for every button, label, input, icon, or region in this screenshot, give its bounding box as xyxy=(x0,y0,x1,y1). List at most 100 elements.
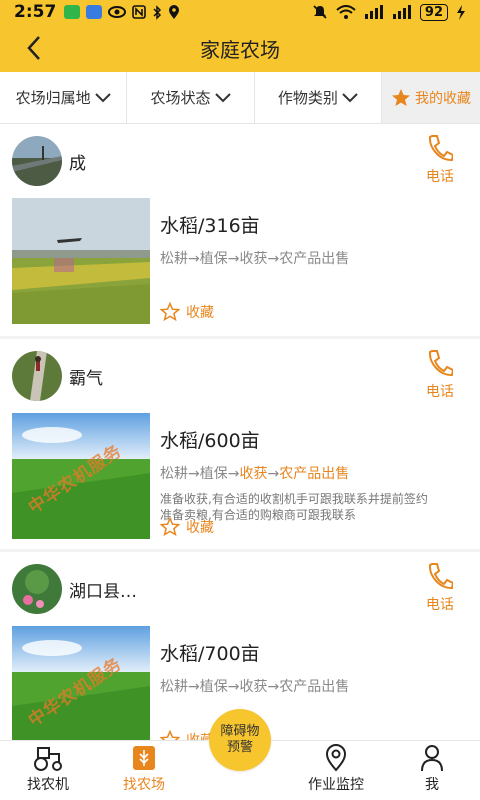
process-step: 松耕 xyxy=(160,251,188,267)
process-step-active: 农产品出售 xyxy=(279,466,350,482)
process-steps: 松耕→植保→收获→农产品出售 xyxy=(160,679,350,695)
process-step: 松耕 xyxy=(160,679,188,695)
eye-icon xyxy=(108,6,127,18)
obstacle-warning-button[interactable]: 障碍物预警 xyxy=(209,709,271,771)
tab-find-farm[interactable]: 找农场 xyxy=(96,741,192,800)
system-icons: 92 xyxy=(312,3,466,21)
farm-info: 水稻/600亩 松耕→植保→收获→农产品出售 准备收获,有合适的收割机手可跟我联… xyxy=(160,413,468,539)
farm-photo xyxy=(12,198,150,324)
tab-label: 障碍物预警 xyxy=(220,724,260,755)
process-step: 收获 xyxy=(239,679,268,695)
ai-app-icon xyxy=(86,5,103,19)
tab-label: 找农机 xyxy=(27,777,69,793)
tab-label: 作业监控 xyxy=(308,777,364,793)
star-outline-icon xyxy=(160,302,180,322)
call-button[interactable]: 电话 xyxy=(412,349,468,401)
filter-label: 农场状态 xyxy=(150,89,211,107)
farm-list: 成 电话 水稻/316亩 松耕→植保→收获→农产品出售 收藏 霸气 电话 中华农… xyxy=(0,124,480,740)
collect-button[interactable]: 收藏 xyxy=(160,730,214,740)
notification-icons xyxy=(64,4,180,20)
bluetooth-icon xyxy=(153,4,162,20)
process-step: 农产品出售 xyxy=(279,679,350,695)
status-bar: 2:57 92 xyxy=(0,0,480,24)
filter-label: 我的收藏 xyxy=(414,90,471,107)
back-button[interactable] xyxy=(18,32,50,64)
page-title: 家庭农场 xyxy=(200,37,280,62)
farm-info: 水稻/700亩 松耕→植保→收获→农产品出售 收藏 xyxy=(160,626,468,740)
farm-icon xyxy=(133,746,155,770)
tab-work-monitor[interactable]: 作业监控 xyxy=(288,741,384,800)
signal-icon xyxy=(364,5,383,19)
owner-name: 成 xyxy=(69,153,86,174)
signal-icon-2 xyxy=(392,5,411,19)
avatar xyxy=(12,136,62,186)
tab-label: 我 xyxy=(425,777,439,793)
collect-button[interactable]: 收藏 xyxy=(160,302,214,322)
call-label: 电话 xyxy=(426,384,454,400)
owner-name: 湖口县… xyxy=(69,581,137,602)
star-outline-icon xyxy=(160,730,180,740)
farm-card-header: 霸气 xyxy=(0,339,480,413)
farm-photo: 中华农机服务 xyxy=(12,626,150,740)
call-label: 电话 xyxy=(426,169,454,185)
crop-title: 水稻/316亩 xyxy=(160,215,260,237)
location-pin-icon xyxy=(325,744,347,772)
farm-card-body: 中华农机服务 水稻/600亩 松耕→植保→收获→农产品出售 准备收获,有合适的收… xyxy=(0,413,480,551)
filter-my-favorites[interactable]: 我的收藏 xyxy=(381,72,480,123)
filter-label: 作物类别 xyxy=(277,89,338,107)
process-step: 植保 xyxy=(199,251,228,267)
filter-farm-location[interactable]: 农场归属地 xyxy=(0,72,128,123)
farm-card[interactable]: 成 电话 水稻/316亩 松耕→植保→收获→农产品出售 收藏 xyxy=(0,124,480,336)
avatar xyxy=(12,564,62,614)
call-label: 电话 xyxy=(426,597,454,613)
call-button[interactable]: 电话 xyxy=(412,562,468,614)
farm-card[interactable]: 霸气 电话 中华农机服务 水稻/600亩 松耕→植保→收获→农产品出售 准备收获… xyxy=(0,339,480,549)
title-bar: 家庭农场 xyxy=(0,24,480,72)
farm-info: 水稻/316亩 松耕→植保→收获→农产品出售 收藏 xyxy=(160,198,468,324)
farm-card-header: 湖口县… xyxy=(0,552,480,626)
farm-photo: 中华农机服务 xyxy=(12,413,150,539)
battery-level: 92 xyxy=(419,3,448,21)
charging-icon xyxy=(457,4,465,20)
nfc-icon xyxy=(132,5,147,19)
phone-icon xyxy=(428,563,453,590)
farm-card-body: 水稻/316亩 松耕→植保→收获→农产品出售 收藏 xyxy=(0,198,480,336)
chevron-down-icon xyxy=(214,92,231,102)
bottom-tab-bar: 找农机 找农场 障碍物预警 作业监控 我 xyxy=(0,709,480,800)
filter-crop-type[interactable]: 作物类别 xyxy=(255,72,382,123)
owner-name: 霸气 xyxy=(69,368,103,389)
farm-card-header: 成 xyxy=(0,124,480,198)
process-step: 植保 xyxy=(199,679,228,695)
filter-bar: 农场归属地 农场状态 作物类别 我的收藏 xyxy=(0,72,480,124)
tab-obstacle-warning[interactable]: 障碍物预警 xyxy=(192,709,288,800)
phone-icon xyxy=(428,350,453,377)
chevron-left-icon xyxy=(27,36,40,60)
tab-find-machinery[interactable]: 找农机 xyxy=(0,741,96,800)
mute-icon xyxy=(313,5,327,19)
crop-title: 水稻/700亩 xyxy=(160,643,260,665)
tab-me[interactable]: 我 xyxy=(384,741,480,800)
chevron-down-icon xyxy=(342,92,358,102)
filter-label: 农场归属地 xyxy=(15,89,91,107)
avatar xyxy=(12,351,62,401)
process-steps: 松耕→植保→收获→农产品出售 xyxy=(160,466,350,482)
clock: 2:57 xyxy=(14,2,57,22)
phone-icon xyxy=(428,135,453,162)
filter-farm-status[interactable]: 农场状态 xyxy=(127,72,255,123)
process-step: 松耕 xyxy=(160,466,188,482)
collect-button[interactable]: 收藏 xyxy=(160,517,214,537)
wechat-icon xyxy=(64,5,81,19)
crop-title: 水稻/600亩 xyxy=(160,430,260,452)
collect-label: 收藏 xyxy=(186,305,214,321)
note-line: 准备收获,有合适的收割机手可跟我联系并提前签约 xyxy=(160,492,428,506)
star-outline-icon xyxy=(160,517,180,537)
location-icon xyxy=(169,4,180,19)
process-step: 收获 xyxy=(239,251,268,267)
process-step: 农产品出售 xyxy=(279,251,350,267)
wifi-icon xyxy=(336,4,356,19)
tractor-icon xyxy=(34,747,62,771)
person-icon xyxy=(421,745,443,772)
call-button[interactable]: 电话 xyxy=(412,134,468,186)
process-step: 植保 xyxy=(199,466,228,482)
tab-label: 找农场 xyxy=(123,777,165,793)
